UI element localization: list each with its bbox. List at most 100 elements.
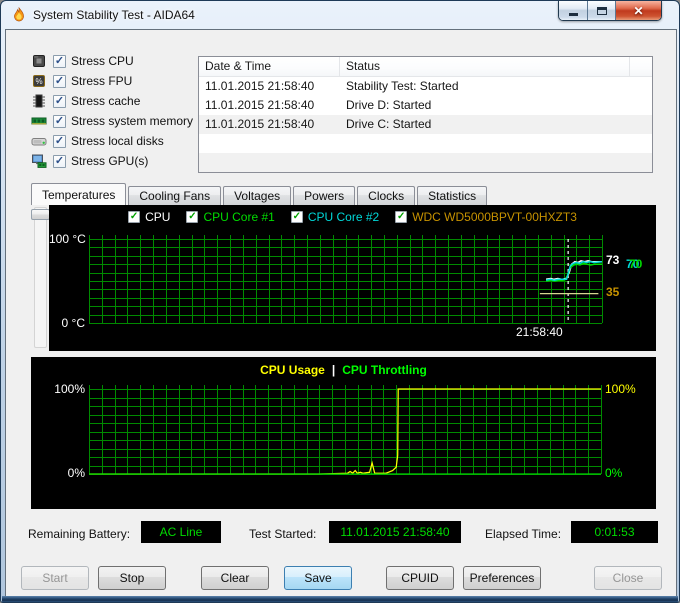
- legend-label: WDC WD5000BPVT-00HXZT3: [412, 210, 577, 224]
- log-row[interactable]: 11.01.2015 21:58:40 Drive D: Started: [199, 96, 652, 115]
- stress-option-stress-gpu-s: ✓ Stress GPU(s): [31, 151, 193, 171]
- log-column-header-2[interactable]: Status: [340, 57, 630, 76]
- fpu-icon: %: [31, 73, 47, 89]
- checkbox-stress-cache[interactable]: ✓: [53, 94, 66, 108]
- tab-strip: Temperatures Cooling Fans Voltages Powers Cl…: [31, 183, 489, 205]
- stress-options-list: ✓ Stress CPU% ✓ Stress FPU ✓ Stress cache ✓ Str…: [31, 51, 193, 171]
- tab-powers[interactable]: Powers: [293, 186, 356, 205]
- legend-label: CPU Core #2: [307, 210, 380, 224]
- stress-option-stress-fpu: % ✓ Stress FPU: [31, 71, 193, 91]
- start-button: Start: [21, 566, 89, 590]
- tab-voltages[interactable]: Voltages: [223, 186, 292, 205]
- log-row-empty: [199, 153, 652, 172]
- stress-option-stress-cache: ✓ Stress cache: [31, 91, 193, 111]
- legend-label: CPU: [145, 210, 171, 224]
- cpuid-button[interactable]: CPUID: [386, 566, 454, 590]
- checkbox-stress-cpu[interactable]: ✓: [53, 54, 66, 68]
- window-title: System Stability Test - AIDA64: [33, 8, 195, 22]
- label-stress-cache: Stress cache: [71, 94, 141, 108]
- legend-checkbox[interactable]: ✓: [128, 211, 141, 223]
- usage-title-part: CPU Throttling: [342, 363, 427, 377]
- checkbox-stress-system-memory[interactable]: ✓: [53, 114, 66, 128]
- battery-label: Remaining Battery:: [28, 527, 131, 541]
- preferences-button[interactable]: Preferences: [463, 566, 541, 590]
- label-stress-fpu: Stress FPU: [71, 74, 133, 88]
- cache-icon: [31, 93, 47, 109]
- minimize-button[interactable]: [559, 1, 588, 20]
- stop-button[interactable]: Stop: [98, 566, 166, 590]
- log-column-header-1[interactable]: Date & Time: [199, 57, 340, 76]
- label-stress-gpu-s: Stress GPU(s): [71, 154, 149, 168]
- label-stress-cpu: Stress CPU: [71, 54, 134, 68]
- label-stress-local-disks: Stress local disks: [71, 134, 164, 148]
- tab-clocks[interactable]: Clocks: [357, 186, 416, 205]
- close-icon: ✕: [633, 3, 644, 18]
- battery-value: AC Line: [159, 525, 203, 539]
- maximize-button[interactable]: [588, 1, 616, 20]
- legend-checkbox[interactable]: ✓: [290, 211, 303, 223]
- slider-thumb[interactable]: [31, 209, 50, 220]
- titlebar: System Stability Test - AIDA64 ✕: [1, 1, 679, 29]
- event-log-table: Date & Time Status 11.01.2015 21:58:40 Sta…: [198, 56, 653, 173]
- checkbox-stress-gpu-s[interactable]: ✓: [53, 154, 66, 168]
- app-flame-icon: [14, 7, 24, 22]
- log-cell-datetime: 11.01.2015 21:58:40: [205, 117, 315, 131]
- temperature-value-label: 70: [629, 257, 643, 271]
- elapsed-time-value: 0:01:53: [594, 525, 635, 539]
- legend-checkbox[interactable]: ✓: [395, 211, 408, 223]
- clear-button[interactable]: Clear: [201, 566, 269, 590]
- log-column-header-3[interactable]: [630, 57, 652, 76]
- log-cell-status: Drive C: Started: [346, 117, 432, 131]
- log-cell-status: [340, 153, 630, 172]
- temperature-scale-slider[interactable]: [31, 207, 50, 348]
- usage-axis-min-label: 0%: [67, 466, 85, 480]
- tab-statistics[interactable]: Statistics: [417, 186, 488, 205]
- elapsed-time-label: Elapsed Time:: [485, 527, 562, 541]
- gpu-icon: [31, 153, 47, 169]
- tab-temperatures[interactable]: Temperatures: [31, 183, 127, 205]
- legend-item: ✓ CPU: [128, 210, 170, 224]
- stress-option-stress-local-disks: ✓ Stress local disks: [31, 131, 193, 151]
- legend-checkbox[interactable]: ✓: [186, 211, 199, 223]
- usage-axis-max-label: 100%: [54, 382, 85, 396]
- window-bottom-frame: [2, 596, 678, 602]
- svg-text:%: %: [35, 77, 42, 86]
- log-row-empty: [199, 134, 652, 153]
- log-row[interactable]: 11.01.2015 21:58:40 Drive C: Started: [199, 115, 652, 134]
- maximize-icon: [596, 6, 607, 15]
- battery-value-box: AC Line: [141, 521, 221, 543]
- tab-cooling-fans[interactable]: Cooling Fans: [128, 186, 222, 205]
- temp-time-label: 21:58:40: [516, 325, 563, 339]
- log-cell-datetime: 11.01.2015 21:58:40: [205, 98, 315, 112]
- checkbox-stress-fpu[interactable]: ✓: [53, 74, 66, 88]
- temperature-legend: ✓ CPU ✓ CPU Core #1 ✓ CPU Core #2 ✓ WDC WD5000B…: [49, 210, 656, 224]
- test-started-label: Test Started:: [249, 527, 317, 541]
- memory-icon: [31, 113, 47, 129]
- log-cell-status: Stability Test: Started: [346, 79, 459, 93]
- temp-axis-min-label: 0 °C: [61, 316, 85, 330]
- usage-right-label: 0%: [605, 466, 623, 480]
- legend-label: CPU Core #1: [203, 210, 275, 224]
- cpu-usage-chart-panel: CPU Usage | CPU Throttling 100% 0% 100% 0%: [31, 357, 656, 509]
- log-row[interactable]: 11.01.2015 21:58:40 Stability Test: Start…: [199, 77, 652, 96]
- legend-item: ✓ CPU Core #1: [186, 210, 275, 224]
- save-button[interactable]: Save: [284, 566, 352, 590]
- cpu-usage-title: CPU Usage | CPU Throttling: [31, 363, 656, 377]
- checkbox-stress-local-disks[interactable]: ✓: [53, 134, 66, 148]
- cpu-usage-chart: [89, 385, 602, 475]
- log-cell-datetime: 11.01.2015 21:58:40: [205, 79, 315, 93]
- temperature-chart-panel: ✓ CPU ✓ CPU Core #1 ✓ CPU Core #2 ✓ WDC WD5000B…: [49, 205, 656, 351]
- stress-option-stress-system-memory: ✓ Stress system memory: [31, 111, 193, 131]
- caption-buttons: ✕: [558, 1, 662, 21]
- temperature-chart: [89, 235, 603, 324]
- legend-item: ✓ CPU Core #2: [290, 210, 380, 224]
- stress-option-stress-cpu: ✓ Stress CPU: [31, 51, 193, 71]
- test-started-value-box: 11.01.2015 21:58:40: [329, 521, 461, 543]
- usage-right-label: 100%: [605, 382, 636, 396]
- temp-axis-max-label: 100 °C: [49, 232, 86, 246]
- usage-title-part: |: [331, 363, 336, 377]
- event-log-header: Date & Time Status: [199, 57, 652, 77]
- event-log-rows: 11.01.2015 21:58:40 Stability Test: Start…: [199, 77, 652, 172]
- close-button[interactable]: ✕: [616, 1, 661, 20]
- legend-item: ✓ WDC WD5000BPVT-00HXZT3: [395, 210, 577, 224]
